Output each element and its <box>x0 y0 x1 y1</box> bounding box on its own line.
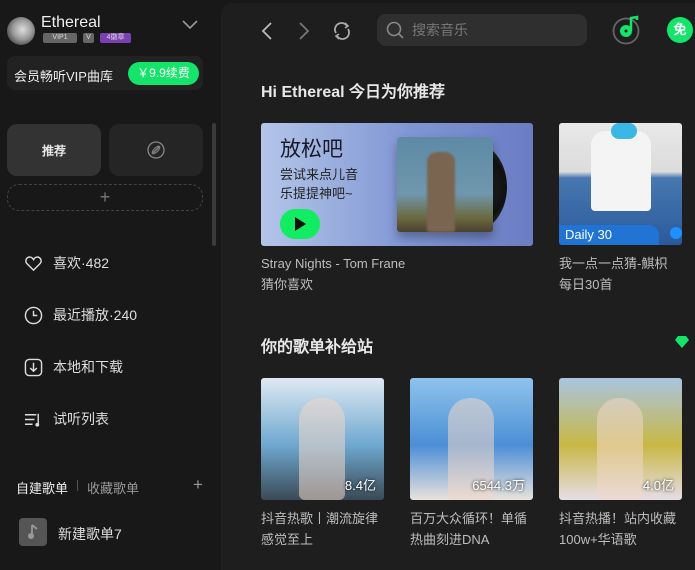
play-count: 8.4亿 <box>344 478 376 493</box>
menu-item-local-download[interactable]: 本地和下载 <box>24 356 123 378</box>
playlist-card-title: 感觉至上 <box>261 532 314 547</box>
medal-badge: 4徽章 <box>100 33 131 43</box>
forward-icon[interactable] <box>298 22 310 40</box>
tab-collected-playlists[interactable]: 收藏歌单 <box>87 478 139 497</box>
playlist-card-title: 100w+华语歌 <box>559 532 637 547</box>
sidebar-scrollbar[interactable] <box>212 123 216 246</box>
chevron-down-icon[interactable] <box>181 19 199 31</box>
free-mode-badge[interactable]: 免 <box>667 17 693 43</box>
search-input[interactable]: 搜索音乐 <box>377 14 587 46</box>
vip-level-badge: VIP1 <box>43 33 77 43</box>
divider <box>77 480 78 491</box>
sidebar: Ethereal VIP1 V 4徽章 会员畅听VIP曲库 ￥9.9续费 推荐 … <box>0 0 221 570</box>
cover-figure <box>597 398 643 500</box>
playlist-card[interactable]: 8.4亿 <box>261 378 384 500</box>
menu-item-preview-list[interactable]: 试听列表 <box>24 408 109 430</box>
playlist-item[interactable]: 新建歌单7 <box>58 524 122 544</box>
heart-icon <box>25 255 42 271</box>
banner-title: 放松吧 <box>280 138 343 161</box>
menu-item-likes[interactable]: 喜欢·482 <box>24 252 109 274</box>
daily-subcaption: 每日30首 <box>559 277 613 292</box>
add-tab-button[interactable]: + <box>7 184 203 211</box>
avatar[interactable] <box>7 17 35 45</box>
compass-icon <box>147 141 165 159</box>
play-button[interactable] <box>280 209 320 239</box>
section-title-playlists: 你的歌单补给站 <box>261 339 374 356</box>
menu-item-recent[interactable]: 最近播放·240 <box>24 304 137 326</box>
play-icon <box>295 217 306 231</box>
album-art <box>397 137 493 232</box>
menu-label: 试听列表 <box>53 411 109 427</box>
playlist-card[interactable]: 4.0亿 <box>559 378 682 500</box>
playlist-icon <box>24 413 40 427</box>
user-name[interactable]: Ethereal <box>41 14 101 32</box>
main-content: 搜索音乐 免 Hi Ethereal 今日为你推荐 放松吧 尝试来点儿音 乐提提… <box>221 3 695 570</box>
download-icon <box>24 358 43 376</box>
add-playlist-button[interactable]: + <box>193 475 203 495</box>
playlist-card-title[interactable]: 百万大众循环！单循 <box>410 508 527 529</box>
vip-promo: 会员畅听VIP曲库 ￥9.9续费 <box>7 56 203 90</box>
tab-recommend[interactable]: 推荐 <box>7 124 101 176</box>
cover-figure <box>299 398 345 500</box>
banner-caption[interactable]: Stray Nights - Tom Frane <box>261 253 405 274</box>
banner-subcaption: 猜你喜欢 <box>261 277 314 292</box>
banner-line1: 尝试来点儿音 <box>280 167 359 182</box>
search-icon <box>386 21 404 39</box>
play-count: 4.0亿 <box>642 478 674 493</box>
tab-created-playlists[interactable]: 自建歌单 <box>16 478 68 497</box>
banner-line2: 乐提提神吧~ <box>280 186 353 201</box>
playlist-cover <box>19 518 47 546</box>
guess-you-like-banner[interactable]: 放松吧 尝试来点儿音 乐提提神吧~ <box>261 123 533 246</box>
tab-explore[interactable] <box>109 124 203 176</box>
playlist-card-title[interactable]: 抖音热播！站内收藏 <box>559 508 676 529</box>
music-recognition-icon[interactable] <box>612 15 642 45</box>
playlist-card[interactable]: 6544.3万 <box>410 378 533 500</box>
diamond-icon[interactable] <box>675 336 689 348</box>
menu-label: 喜欢·482 <box>53 255 110 271</box>
vip-promo-text: 会员畅听VIP曲库 <box>14 69 113 84</box>
playlist-card-title: 热曲刻进DNA <box>410 532 490 547</box>
daily-label: Daily 30 <box>559 225 659 245</box>
refresh-icon[interactable] <box>332 21 352 41</box>
section-title-recommend: Hi Ethereal 今日为你推荐 <box>261 84 446 101</box>
daily-caption[interactable]: 我一点一点猜-鯕枳 <box>559 253 667 274</box>
menu-label: 最近播放·240 <box>53 307 138 323</box>
clock-icon <box>24 306 43 324</box>
playlist-card-title[interactable]: 抖音热歌丨潮流旋律 <box>261 508 378 529</box>
renew-button[interactable]: ￥9.9续费 <box>128 62 199 85</box>
search-placeholder: 搜索音乐 <box>412 22 468 38</box>
play-count: 6544.3万 <box>472 478 525 493</box>
music-note-icon <box>28 524 38 539</box>
back-icon[interactable] <box>261 22 273 40</box>
menu-label: 本地和下载 <box>53 359 123 375</box>
v-badge: V <box>83 33 94 43</box>
daily-30-card[interactable]: Daily 30 <box>559 123 682 245</box>
